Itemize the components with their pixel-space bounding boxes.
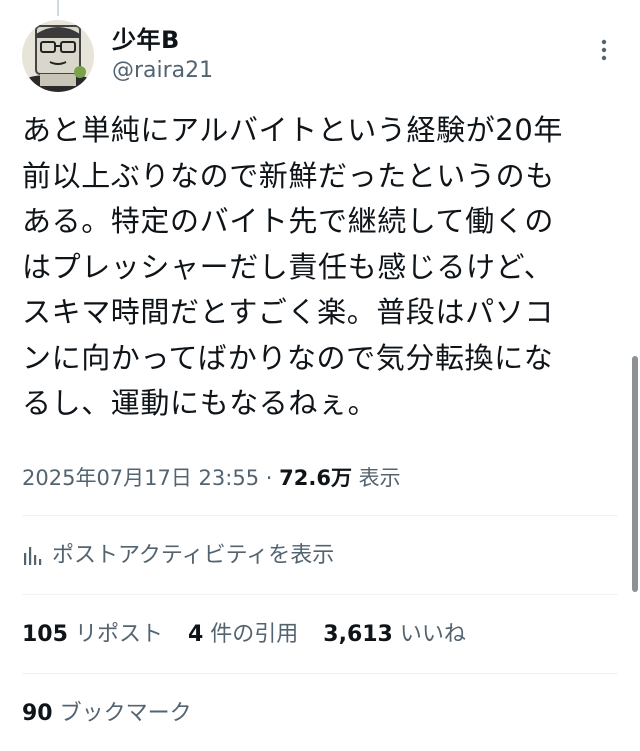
divider (22, 673, 618, 674)
post-activity-label: ポストアクティビティを表示 (52, 543, 335, 568)
quotes-stat[interactable]: 4 件の引用 (188, 620, 298, 650)
tweet-text-line: はプレッシャーだし責任も感じるけど、 (22, 249, 554, 284)
tweet-meta: 2025年07月17日 23:55 · 72.6万 表示 (22, 463, 401, 493)
engagement-stats: 105 リポスト 4 件の引用 3,613 いいね (22, 620, 466, 650)
views-count: 72.6万 (279, 466, 352, 490)
likes-stat[interactable]: 3,613 いいね (323, 620, 466, 650)
tweet-text-line: るし、運動にもなるねぇ。 (22, 386, 378, 420)
thread-connector-line (57, 0, 59, 16)
tweet-text: あと単純にアルバイトという経験が20年 前以上ぶりなので新鮮だったというのも あ… (22, 108, 622, 427)
quotes-label: 件の引用 (210, 622, 299, 647)
meta-separator: · (265, 466, 273, 490)
more-vertical-icon (601, 39, 607, 61)
likes-label: いいね (399, 622, 466, 647)
more-options-button[interactable] (590, 32, 618, 68)
display-name[interactable]: 少年B (112, 26, 213, 54)
reposts-stat[interactable]: 105 リポスト (22, 620, 163, 650)
avatar[interactable] (22, 20, 94, 92)
author-block[interactable]: 少年B @raira21 (112, 26, 213, 84)
divider (22, 515, 618, 516)
bookmarks-label: ブックマーク (59, 701, 192, 726)
tweet-text-line: スキマ時間だとすごく楽。普段はパソコ (22, 295, 554, 329)
user-handle[interactable]: @raira21 (112, 58, 213, 84)
tweet-text-line: ンに向かってばかりなので気分転換にな (22, 340, 554, 375)
tweet-text-line: あと単純にアルバイトという経験が20年 (22, 113, 564, 147)
timestamp-link[interactable]: 2025年07月17日 23:55 (22, 466, 259, 490)
reposts-count: 105 (22, 622, 68, 647)
divider (22, 594, 618, 595)
tweet-text-line: ある。特定のバイト先で継続して働くの (22, 204, 554, 238)
likes-count: 3,613 (323, 622, 393, 647)
tweet-text-line: 前以上ぶりなので新鮮だったというのも (22, 158, 555, 193)
avatar-illustration (22, 20, 94, 92)
reposts-label: リポスト (74, 622, 163, 647)
bookmarks-count: 90 (22, 701, 53, 726)
quotes-count: 4 (187, 622, 204, 647)
views-label: 表示 (358, 466, 401, 490)
analytics-icon (22, 545, 42, 567)
post-activity-button[interactable]: ポストアクティビティを表示 (22, 541, 334, 571)
scrollbar-thumb[interactable] (632, 356, 638, 592)
bookmarks-stat[interactable]: 90 ブックマーク (22, 699, 192, 729)
